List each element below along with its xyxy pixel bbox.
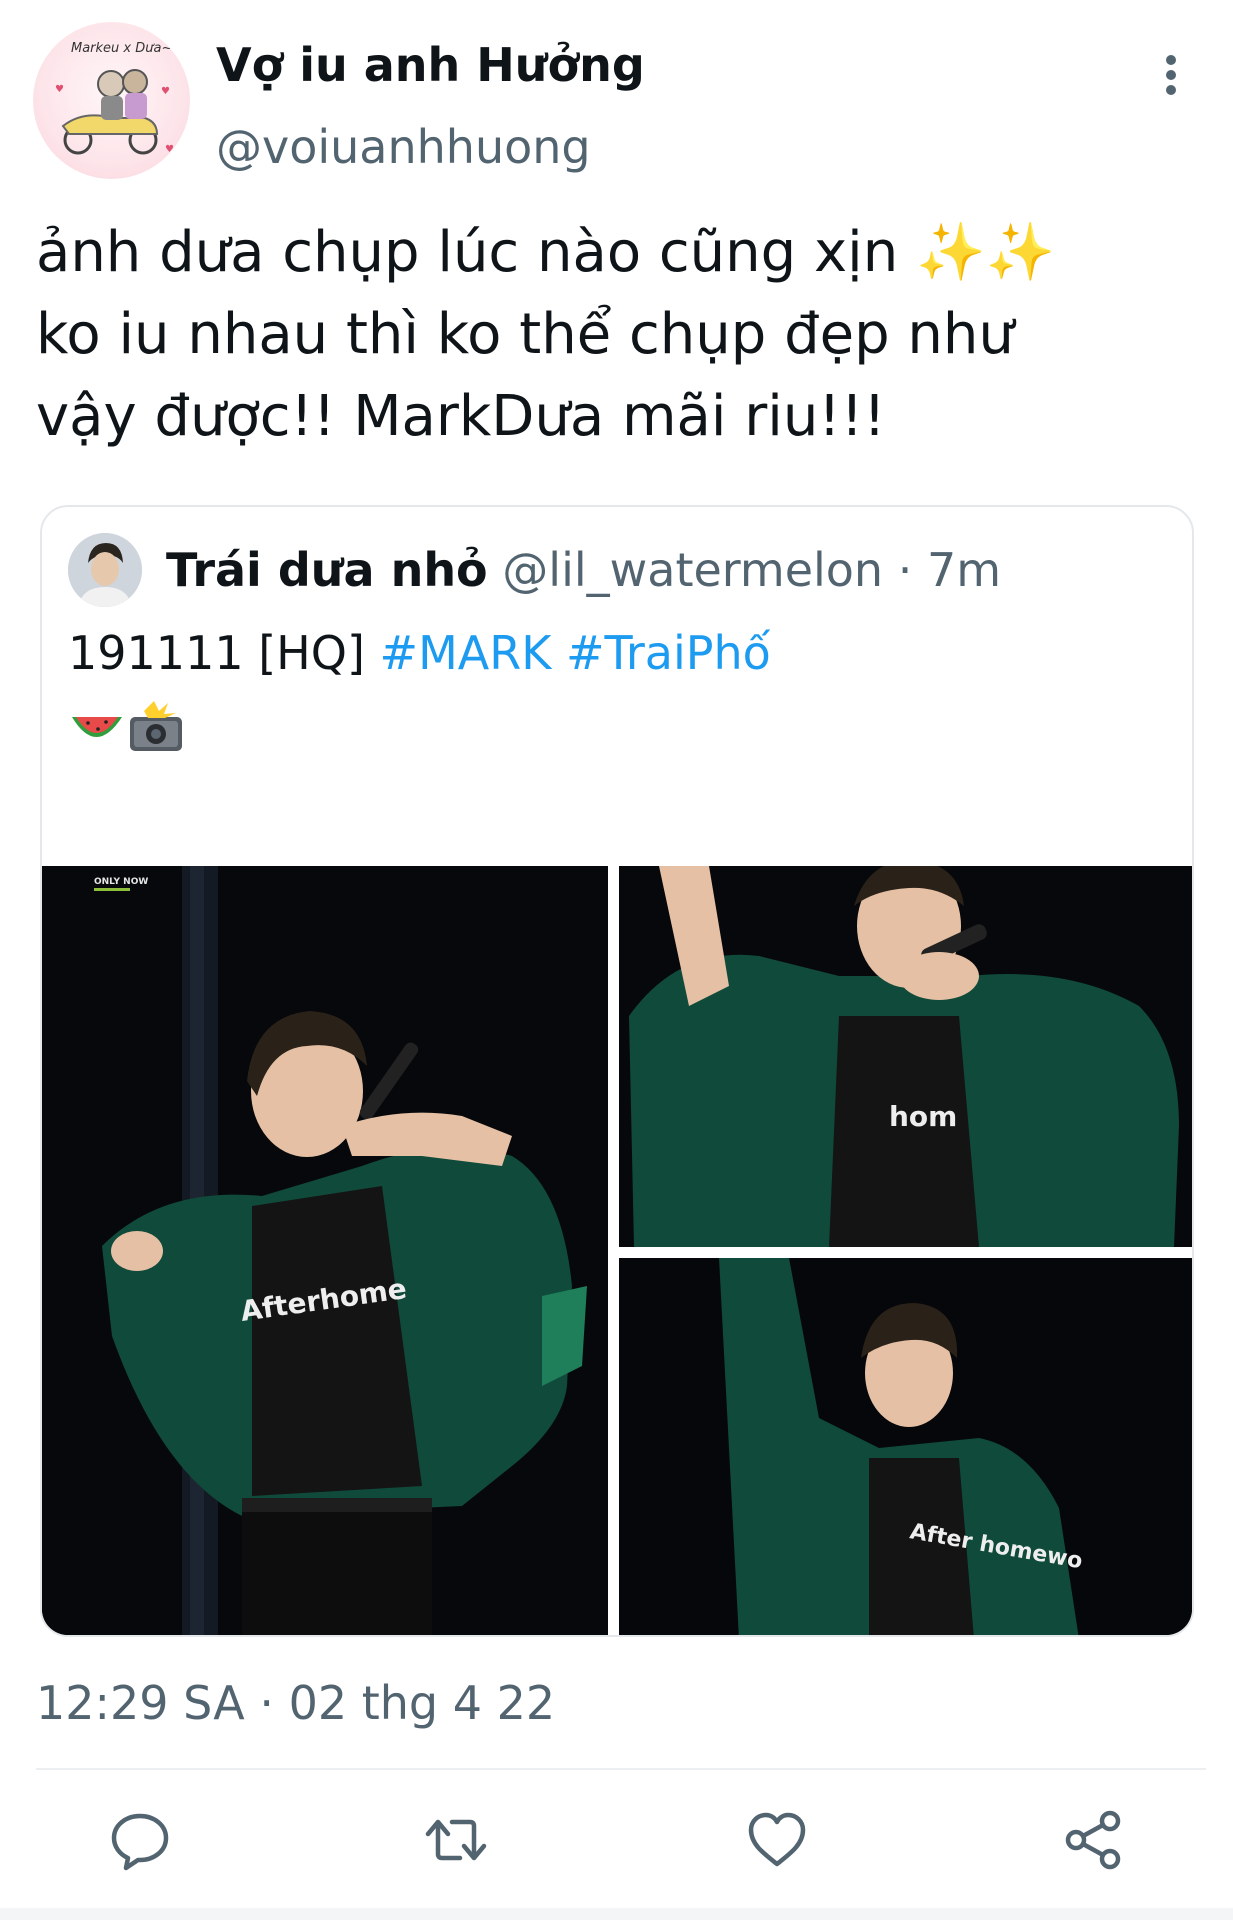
quoted-avatar[interactable] (68, 533, 142, 607)
display-name[interactable]: Vợ iu anh Hưởng (216, 38, 645, 92)
reply-button[interactable] (108, 1808, 172, 1872)
profile-avatar[interactable]: Markeu x Dưa~~ ♥ ♥ ♥ (33, 22, 190, 179)
quoted-text-plain: 191111 [HQ] (68, 626, 380, 680)
divider (36, 1768, 1206, 1770)
quoted-emoji-row (68, 699, 188, 755)
concert-photo-2[interactable]: hom (619, 866, 1192, 1247)
tweet-text: ảnh dưa chụp lúc nào cũng xịn ✨✨ ko iu n… (36, 212, 1206, 458)
avatar-caption: Markeu x Dưa~~ (71, 41, 183, 56)
share-icon (1065, 1810, 1121, 1870)
media-grid: ONLY NOW Afterhome hom After homewo (42, 866, 1192, 1635)
quoted-text: 191111 [HQ] #MARK #TraiPhố (68, 621, 771, 685)
concert-photo-1[interactable]: ONLY NOW Afterhome (42, 866, 608, 1635)
svg-text:♥: ♥ (161, 86, 170, 97)
photo-watermark: ONLY NOW (94, 877, 148, 887)
quoted-tweet-card[interactable]: Trái dưa nhỏ @lil_watermelon · 7m 191111… (40, 505, 1194, 1637)
shirt-print-2: hom (889, 1100, 957, 1133)
tweet-text-line: ko iu nhau thì ko thể chụp đẹp như (36, 302, 1014, 367)
watermelon-icon (72, 717, 122, 737)
heart-icon (748, 1812, 806, 1867)
meta-separator: · (883, 543, 927, 597)
camera-flash-icon (130, 701, 182, 751)
like-button[interactable] (745, 1808, 809, 1872)
share-button[interactable] (1062, 1808, 1126, 1872)
svg-text:♥: ♥ (165, 144, 174, 155)
quoted-time: 7m (926, 543, 1002, 597)
user-handle[interactable]: @voiuanhhuong (216, 120, 591, 174)
more-options-icon[interactable] (1156, 52, 1186, 102)
reply-icon (111, 1813, 169, 1871)
svg-text:♥: ♥ (55, 84, 64, 95)
quoted-avatar-portrait (68, 533, 142, 607)
concert-photo-3[interactable]: After homewo (619, 1258, 1192, 1635)
quoted-display-name[interactable]: Trái dưa nhỏ (166, 543, 488, 597)
tweet-text-line: vậy được!! MarkDưa mãi riu!!! (36, 384, 886, 449)
quoted-header: Trái dưa nhỏ @lil_watermelon · 7m (166, 543, 1001, 597)
avatar-illustration: Markeu x Dưa~~ ♥ ♥ ♥ (55, 41, 183, 155)
bottom-edge (0, 1908, 1233, 1920)
retweet-icon (425, 1819, 487, 1861)
retweet-button[interactable] (424, 1808, 488, 1872)
tweet-timestamp[interactable]: 12:29 SA · 02 thg 4 22 (36, 1676, 555, 1730)
hashtag-traipho[interactable]: #TraiPhố (566, 626, 771, 680)
hashtag-mark[interactable]: #MARK (380, 626, 552, 680)
quoted-handle[interactable]: @lil_watermelon (502, 543, 883, 597)
tweet-text-line: ảnh dưa chụp lúc nào cũng xịn ✨✨ (36, 220, 1056, 285)
